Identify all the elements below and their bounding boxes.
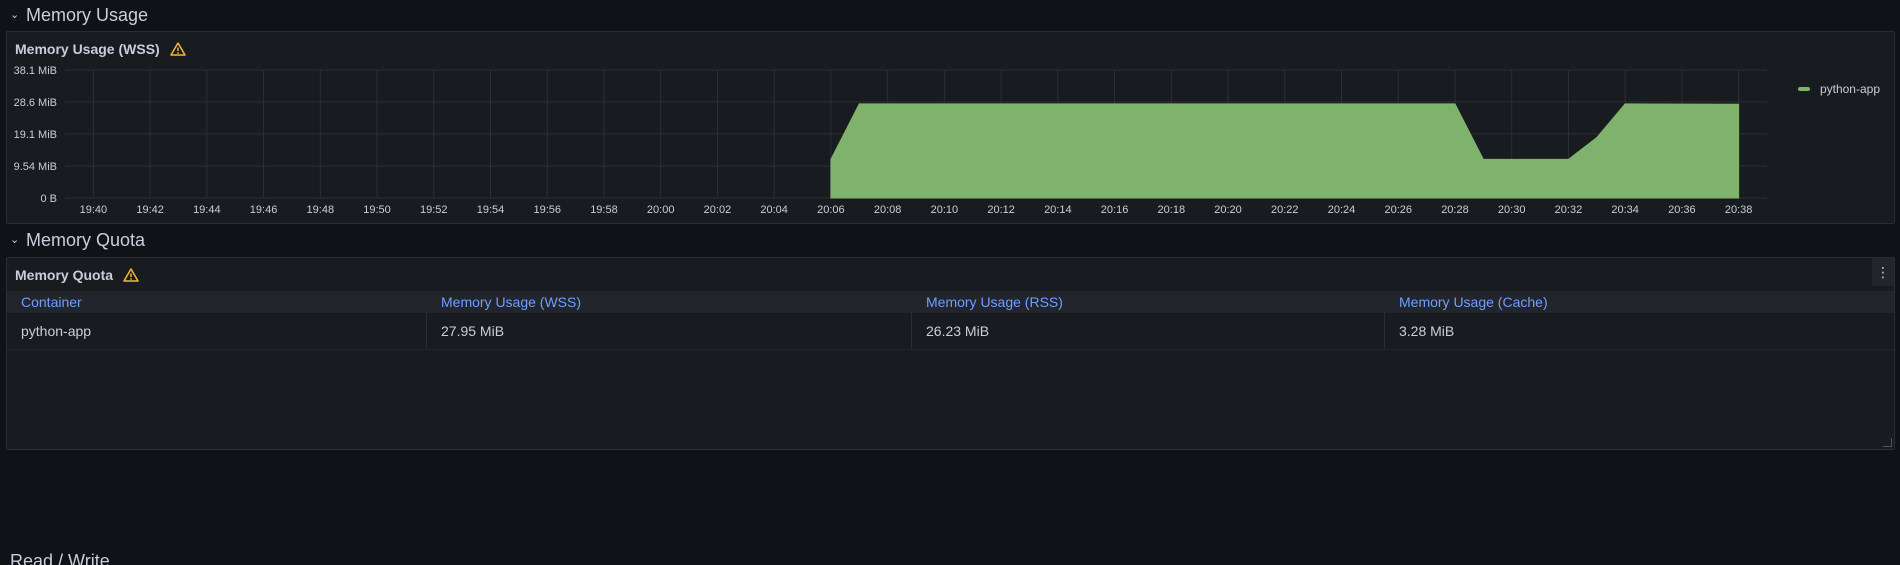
legend-swatch bbox=[1797, 87, 1810, 91]
x-tick-label: 19:52 bbox=[420, 204, 448, 216]
x-tick-label: 20:30 bbox=[1498, 204, 1526, 216]
y-tick-label: 28.6 MiB bbox=[14, 97, 57, 109]
x-tick-label: 19:40 bbox=[80, 204, 108, 216]
x-tick-label: 20:32 bbox=[1555, 204, 1583, 216]
x-tick-label: 20:20 bbox=[1214, 204, 1242, 216]
x-tick-label: 19:54 bbox=[477, 204, 505, 216]
memory-usage-chart[interactable]: 0 B 9.54 MiB 19.1 MiB 28.6 MiB 38.1 MiB 19:40… bbox=[7, 62, 1777, 222]
x-tick-label: 20:26 bbox=[1384, 204, 1412, 216]
resize-handle[interactable] bbox=[1883, 438, 1892, 447]
column-header-rss[interactable]: Memory Usage (RSS) bbox=[912, 291, 1385, 313]
cell-container: python-app bbox=[7, 313, 427, 349]
x-tick-label: 20:16 bbox=[1101, 204, 1129, 216]
panel-title: Memory Usage (WSS) bbox=[15, 41, 160, 57]
chevron-down-icon: ⌄ bbox=[10, 233, 20, 246]
x-tick-label: 19:46 bbox=[250, 204, 278, 216]
x-tick-label: 19:56 bbox=[533, 204, 561, 216]
x-tick-label: 20:10 bbox=[931, 204, 959, 216]
panel-title: Memory Quota bbox=[15, 267, 114, 283]
x-tick-label: 20:14 bbox=[1044, 204, 1072, 216]
panel-memory-usage-wss: Memory Usage (WSS) 0 B 9.54 MiB 19.1 MiB 28… bbox=[6, 31, 1895, 224]
x-tick-label: 20:08 bbox=[874, 204, 902, 216]
row-title: Read / Write bbox=[10, 551, 110, 565]
x-tick-label: 20:28 bbox=[1441, 204, 1469, 216]
x-tick-label: 19:50 bbox=[363, 204, 391, 216]
quota-table: Container Memory Usage (WSS) Memory Usag… bbox=[7, 291, 1894, 350]
warning-icon[interactable] bbox=[169, 41, 186, 57]
table-header: Container Memory Usage (WSS) Memory Usag… bbox=[7, 291, 1894, 313]
chevron-down-icon: ⌄ bbox=[10, 8, 20, 21]
column-header-cache[interactable]: Memory Usage (Cache) bbox=[1385, 291, 1894, 313]
y-tick-label: 9.54 MiB bbox=[14, 161, 57, 173]
cell-rss: 26.23 MiB bbox=[912, 313, 1385, 349]
column-header-wss[interactable]: Memory Usage (WSS) bbox=[427, 291, 912, 313]
x-tick-label: 20:36 bbox=[1668, 204, 1696, 216]
panel-header[interactable]: Memory Usage (WSS) bbox=[15, 40, 186, 58]
x-tick-label: 19:48 bbox=[307, 204, 335, 216]
x-tick-label: 20:12 bbox=[987, 204, 1015, 216]
x-tick-label: 19:42 bbox=[136, 204, 164, 216]
x-tick-label: 20:34 bbox=[1611, 204, 1639, 216]
x-tick-label: 20:38 bbox=[1725, 204, 1753, 216]
y-tick-label: 0 B bbox=[40, 193, 57, 205]
row-memory-usage[interactable]: ⌄ Memory Usage bbox=[10, 4, 148, 26]
panel-menu-button[interactable]: ⋮ bbox=[1872, 258, 1894, 286]
y-tick-label: 19.1 MiB bbox=[14, 129, 57, 141]
x-tick-label: 20:24 bbox=[1328, 204, 1356, 216]
y-tick-label: 38.1 MiB bbox=[14, 65, 57, 77]
panel-memory-quota: Memory Quota ⋮ Container Memory Usage (W… bbox=[6, 257, 1895, 450]
row-title: Memory Quota bbox=[26, 229, 146, 250]
row-read-write[interactable]: Read / Write bbox=[10, 551, 110, 565]
x-tick-label: 20:22 bbox=[1271, 204, 1299, 216]
table-row[interactable]: python-app 27.95 MiB 26.23 MiB 3.28 MiB bbox=[7, 313, 1894, 350]
more-vertical-icon: ⋮ bbox=[1876, 263, 1890, 280]
x-tick-label: 20:02 bbox=[704, 204, 732, 216]
series-area-python-app bbox=[830, 103, 1740, 199]
x-tick-label: 20:06 bbox=[817, 204, 845, 216]
warning-icon[interactable] bbox=[123, 267, 139, 283]
row-title: Memory Usage bbox=[26, 4, 149, 25]
table-body: python-app 27.95 MiB 26.23 MiB 3.28 MiB bbox=[7, 313, 1894, 350]
row-memory-quota[interactable]: ⌄ Memory Quota bbox=[10, 229, 145, 251]
cell-cache: 3.28 MiB bbox=[1399, 323, 1455, 339]
x-tick-label: 20:04 bbox=[760, 204, 788, 216]
x-tick-label: 19:58 bbox=[590, 204, 618, 216]
x-tick-label: 19:44 bbox=[193, 204, 221, 216]
chart-legend[interactable]: python-app bbox=[1797, 82, 1880, 96]
legend-label: python-app bbox=[1819, 82, 1880, 96]
cell-wss: 27.95 MiB bbox=[427, 313, 912, 349]
x-tick-label: 20:18 bbox=[1158, 204, 1186, 216]
x-tick-label: 20:00 bbox=[647, 204, 675, 216]
column-header-container[interactable]: Container bbox=[7, 291, 427, 313]
panel-header[interactable]: Memory Quota bbox=[15, 266, 139, 284]
